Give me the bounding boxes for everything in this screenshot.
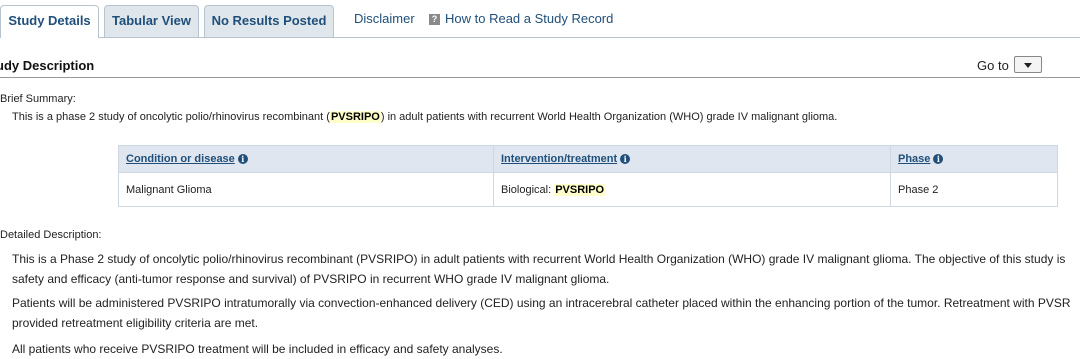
detailed-para3: All patients who receive PVSRIPO treatme…: [12, 342, 503, 356]
conditions-table: Condition or disease i Intervention/treat…: [118, 145, 1058, 207]
detailed-description-label: Detailed Description:: [0, 229, 102, 241]
caret-down-icon: [1024, 63, 1032, 68]
detailed-para2-line2: provided retreatment eligibility criteri…: [12, 316, 259, 330]
detailed-para1-line1: This is a Phase 2 study of oncolytic pol…: [12, 252, 1066, 266]
detailed-para2-line1: Patients will be administered PVSRIPO in…: [12, 296, 1071, 310]
goto-label: Go to: [977, 58, 1009, 73]
table-row: Malignant Glioma Biological: PVSRIPO Pha…: [118, 172, 1058, 207]
table-header-row: Condition or disease i Intervention/treat…: [118, 145, 1058, 173]
intervention-header-label: Intervention/treatment: [501, 153, 618, 165]
how-to-read-link[interactable]: ? How to Read a Study Record: [429, 11, 613, 26]
highlight-term: PVSRIPO: [554, 183, 606, 196]
section-divider: [0, 77, 1080, 78]
tab-no-results-posted[interactable]: No Results Posted: [204, 5, 334, 37]
brief-summary-text: This is a phase 2 study of oncolytic pol…: [12, 111, 837, 123]
info-icon[interactable]: i: [237, 154, 248, 164]
section-title: udy Description: [0, 58, 95, 73]
brief-text-end: ) in adult patients with recurrent World…: [380, 111, 838, 123]
highlight-term: PVSRIPO: [329, 111, 381, 123]
tab-study-details[interactable]: Study Details: [0, 5, 99, 38]
condition-header[interactable]: Condition or disease i: [118, 145, 494, 173]
intervention-cell: Biological: PVSRIPO: [493, 172, 891, 207]
disclaimer-link[interactable]: Disclaimer: [354, 11, 415, 26]
goto-dropdown-button[interactable]: [1014, 56, 1042, 73]
brief-text-start: This is a phase 2 study of oncolytic pol…: [12, 111, 330, 123]
tab-tabular-view[interactable]: Tabular View: [104, 5, 199, 37]
phase-header[interactable]: Phase i: [890, 145, 1058, 173]
intervention-header[interactable]: Intervention/treatment i: [493, 145, 891, 173]
tab-bar: Study Details Tabular View No Results Po…: [0, 0, 1080, 38]
detailed-para1-line2: safety and efficacy (anti-tumor response…: [12, 272, 610, 286]
condition-header-label: Condition or disease: [126, 153, 235, 165]
tab-divider: [0, 37, 1080, 38]
phase-header-label: Phase: [898, 153, 931, 165]
info-icon[interactable]: i: [933, 154, 944, 164]
condition-cell: Malignant Glioma: [118, 172, 494, 207]
question-icon: ?: [429, 14, 440, 25]
intervention-prefix: Biological:: [501, 183, 555, 196]
brief-summary-label: Brief Summary:: [0, 93, 76, 105]
how-to-read-label: How to Read a Study Record: [445, 11, 614, 26]
info-icon[interactable]: i: [620, 154, 631, 164]
phase-cell: Phase 2: [890, 172, 1058, 207]
